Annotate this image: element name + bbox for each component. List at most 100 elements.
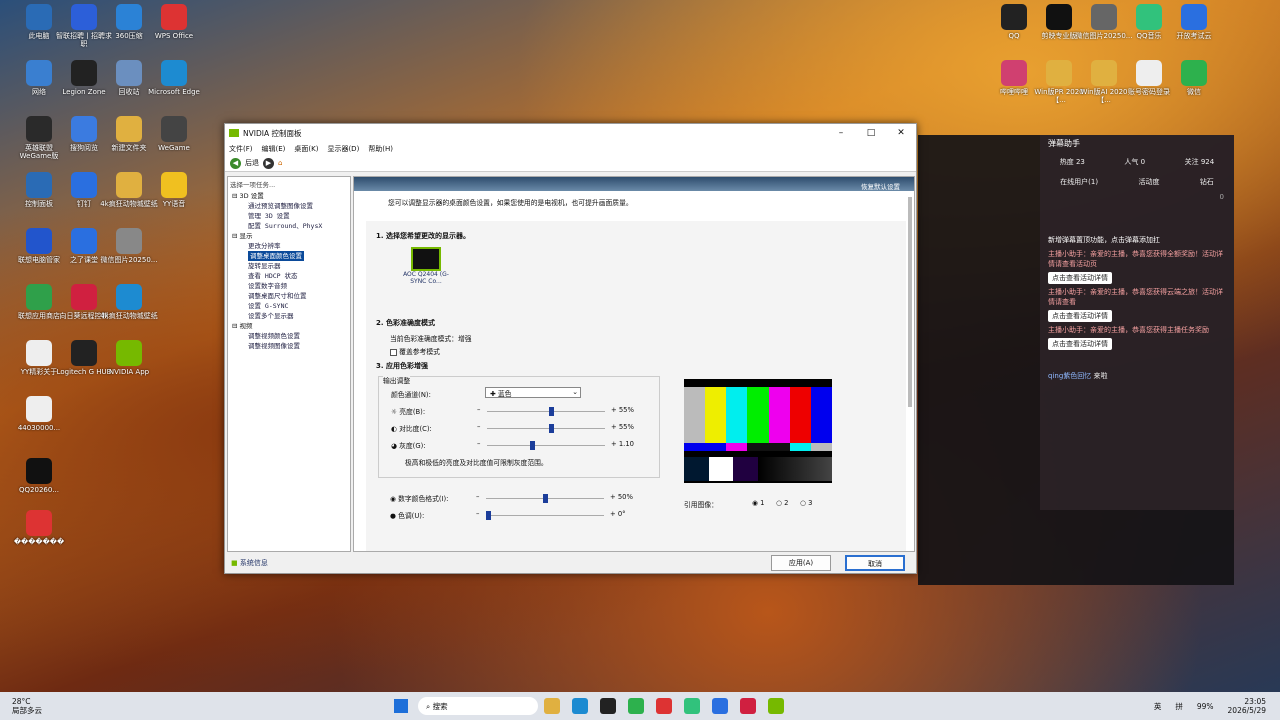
app-icon xyxy=(1181,4,1207,30)
desktop-shortcut[interactable]: 微信 xyxy=(1165,60,1223,96)
activity-link[interactable]: 点击查看活动详情 xyxy=(1048,272,1112,284)
minus-icon[interactable]: – xyxy=(476,493,479,501)
slider-track[interactable] xyxy=(487,424,605,433)
app-icon[interactable] xyxy=(684,698,700,714)
ref-radio-2[interactable]: ○ 2 xyxy=(776,499,788,507)
ime-indicator[interactable]: 拼 xyxy=(1175,701,1183,712)
page-header: 恢复默认设置 xyxy=(354,177,914,191)
online-count: 0 xyxy=(1219,193,1224,201)
edge-icon[interactable] xyxy=(572,698,588,714)
app-icon xyxy=(71,340,97,366)
back-arrow-icon[interactable]: ◀ xyxy=(230,157,241,169)
tree-item[interactable]: 配置 Surround、PhysX xyxy=(232,221,350,231)
tree-item[interactable]: 查看 HDCP 状态 xyxy=(232,271,350,281)
desktop-shortcut[interactable]: ������� xyxy=(10,510,68,546)
slider-thumb[interactable] xyxy=(549,424,555,433)
lang-indicator[interactable]: 英 xyxy=(1154,701,1162,712)
system-info-link[interactable]: ■ 系统信息 xyxy=(231,558,268,568)
minus-icon[interactable]: – xyxy=(477,423,480,431)
desktop-shortcut[interactable]: 开放考试云 xyxy=(1165,4,1223,40)
monitor-item[interactable]: AOC Q2404 (G-SYNC Co... xyxy=(400,247,452,285)
ref-radio-1[interactable]: ◉ 1 xyxy=(752,499,764,507)
desktop-shortcut[interactable]: 44030000... xyxy=(10,396,68,432)
search-box[interactable]: ⌕ 搜索 xyxy=(418,697,538,715)
minimize-button[interactable]: – xyxy=(826,128,856,138)
tree-item[interactable]: 旋转显示器 xyxy=(232,261,350,271)
desktop-shortcut[interactable]: YY语音 xyxy=(145,172,203,208)
tree-item[interactable]: 调整视频图像设置 xyxy=(232,341,350,351)
tree-node[interactable]: ⊟ 视频 xyxy=(232,321,350,331)
slider-value: + 55% xyxy=(611,423,634,431)
app-icon xyxy=(71,172,97,198)
slider-thumb[interactable] xyxy=(549,407,555,416)
nvidia-control-panel-window: NVIDIA 控制面板 – □ ✕ 文件(F) 编辑(E) 桌面(K) 显示器(… xyxy=(224,123,917,574)
file-explorer-icon[interactable] xyxy=(544,698,560,714)
menu-help[interactable]: 帮助(H) xyxy=(368,144,393,154)
minus-icon[interactable]: – xyxy=(476,510,479,518)
override-checkbox[interactable] xyxy=(390,348,397,356)
activity-link[interactable]: 点击查看活动详情 xyxy=(1048,310,1112,322)
desktop-shortcut[interactable]: QQ20260... xyxy=(10,458,68,494)
slider-thumb[interactable] xyxy=(529,441,535,450)
weather-widget[interactable]: 28°C 局部多云 xyxy=(12,697,72,715)
minus-icon[interactable]: – xyxy=(477,406,480,414)
tree-item[interactable]: 设置 G-SYNC xyxy=(232,301,350,311)
wps-icon[interactable] xyxy=(656,698,672,714)
slider-track[interactable] xyxy=(487,407,605,416)
back-button[interactable]: 后退 xyxy=(245,158,259,168)
close-button[interactable]: ✕ xyxy=(886,128,916,138)
tree-item[interactable]: 通过预览调整图像设置 xyxy=(232,201,350,211)
app-icon[interactable] xyxy=(740,698,756,714)
danmu-message: 主播小助手：亲爱的主播，恭喜您获得云端之旅！活动详情请查看 xyxy=(1048,288,1223,306)
tree-item[interactable]: 管理 3D 设置 xyxy=(232,211,350,221)
minus-icon[interactable]: – xyxy=(477,440,480,448)
desktop-shortcut[interactable]: Microsoft Edge xyxy=(145,60,203,96)
nvidia-taskbar-icon[interactable] xyxy=(768,698,784,714)
menu-display[interactable]: 显示器(D) xyxy=(327,144,359,154)
app-icon[interactable] xyxy=(712,698,728,714)
ref-radio-3[interactable]: ○ 3 xyxy=(800,499,812,507)
slider-track[interactable] xyxy=(486,494,604,503)
tree-node[interactable]: ⊟ 显示 xyxy=(232,231,350,241)
tree-item[interactable]: 设置数字音频 xyxy=(232,281,350,291)
apply-button[interactable]: 应用(A) xyxy=(771,555,831,571)
terminal-icon[interactable] xyxy=(600,698,616,714)
forward-arrow-icon[interactable]: ▶ xyxy=(263,157,274,169)
tab-diamond[interactable]: 钻石 xyxy=(1200,177,1214,187)
tree-node[interactable]: ⊟ 3D 设置 xyxy=(232,191,350,201)
tab-activity[interactable]: 活动度 xyxy=(1138,177,1159,187)
activity-link[interactable]: 点击查看活动详情 xyxy=(1048,338,1112,350)
desktop-shortcut[interactable]: WeGame xyxy=(145,116,203,152)
tree-item[interactable]: 设置多个显示器 xyxy=(232,311,350,321)
desktop-shortcut[interactable]: WPS Office xyxy=(145,4,203,40)
app-icon xyxy=(116,116,142,142)
tree-item[interactable]: 更改分辨率 xyxy=(232,241,350,251)
tree-item-selected[interactable]: 调整桌面颜色设置 xyxy=(232,251,350,261)
menu-desktop[interactable]: 桌面(K) xyxy=(294,144,318,154)
wechat-icon[interactable] xyxy=(628,698,644,714)
tab-online-users[interactable]: 在线用户(1) xyxy=(1060,177,1098,187)
scrollbar[interactable] xyxy=(908,197,912,407)
desktop-shortcut[interactable]: NVIDIA App xyxy=(100,340,158,376)
slider-track[interactable] xyxy=(486,511,604,520)
menu-edit[interactable]: 编辑(E) xyxy=(262,144,286,154)
slider-value: + 55% xyxy=(611,406,634,414)
battery-indicator[interactable]: 99% xyxy=(1197,702,1214,711)
shortcut-label: YY语音 xyxy=(162,200,186,208)
tree-item[interactable]: 调整桌面尺寸和位置 xyxy=(232,291,350,301)
home-icon[interactable]: ⌂ xyxy=(278,159,282,167)
windows-start-icon[interactable] xyxy=(394,699,408,713)
restore-defaults-link[interactable]: 恢复默认设置 xyxy=(861,181,900,191)
desktop-shortcut[interactable]: 4k疯狂动物城壁纸 xyxy=(100,284,158,320)
desktop-shortcut[interactable]: 微信图片20250... xyxy=(100,228,158,264)
clock[interactable]: 23:05 2026/5/29 xyxy=(1228,697,1266,715)
slider-label: ◉ 数字颜色格式(I): xyxy=(390,495,449,503)
menu-file[interactable]: 文件(F) xyxy=(229,144,253,154)
cancel-button[interactable]: 取消 xyxy=(845,555,905,571)
slider-thumb[interactable] xyxy=(486,511,491,520)
tree-item[interactable]: 调整视频颜色设置 xyxy=(232,331,350,341)
slider-track[interactable] xyxy=(487,441,605,450)
slider-thumb[interactable] xyxy=(542,494,548,503)
maximize-button[interactable]: □ xyxy=(856,128,886,138)
color-channel-select[interactable]: ✚ 蓝色 ⌄ xyxy=(485,387,581,398)
